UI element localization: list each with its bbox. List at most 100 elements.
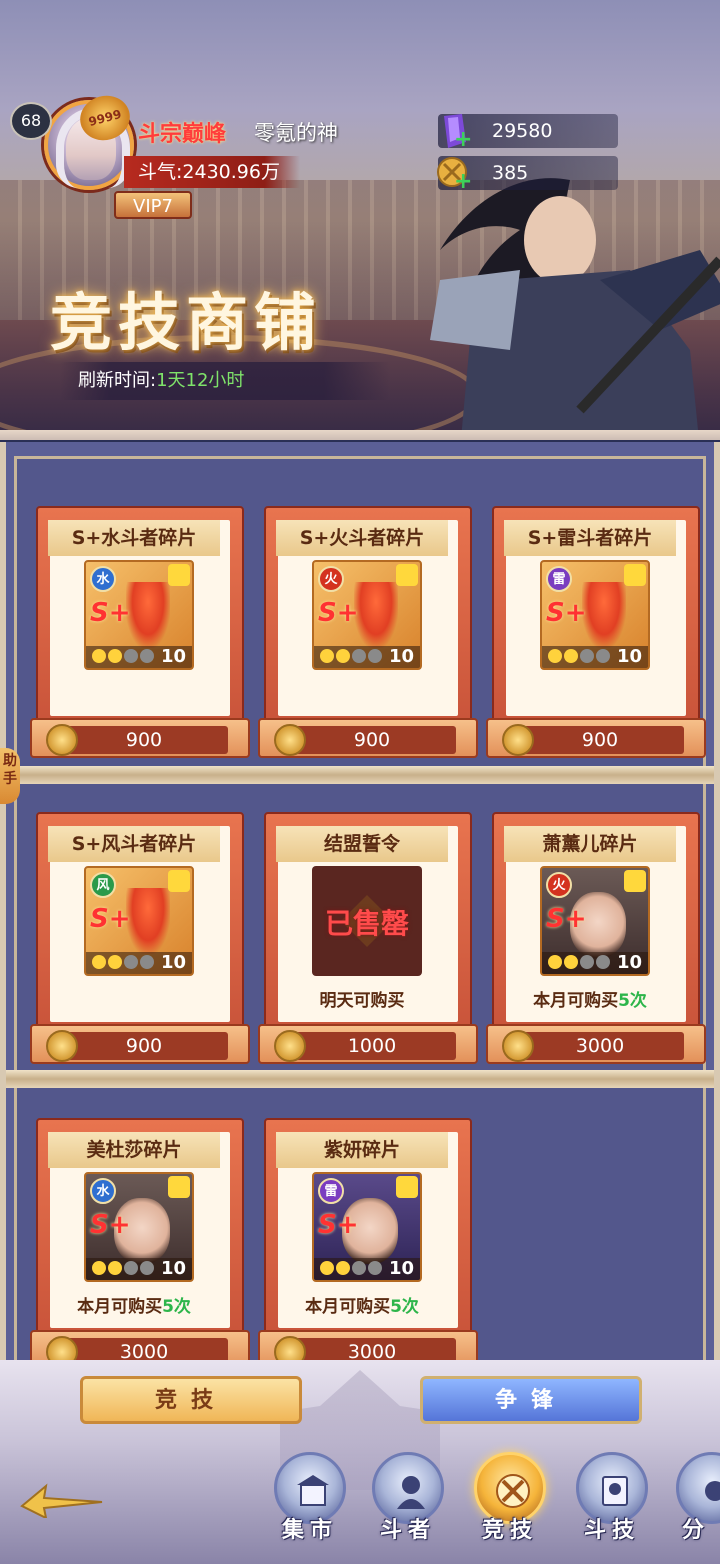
player-power: 斗气:2430.96万 (124, 156, 300, 188)
shop-item-zi-yan-fragment[interactable]: 紫妍碎片 雷 S+ 10 本月可购买5次 3000 (258, 1118, 478, 1378)
element-badge: 火 (318, 566, 344, 592)
coin-icon (502, 724, 534, 756)
nav-arena[interactable]: 竞技 (470, 1452, 550, 1564)
item-image: 火 S+ 10 (540, 866, 650, 976)
coin-icon (502, 1030, 534, 1062)
item-image: 水 S+ 10 (84, 1172, 194, 1282)
nav-fighter[interactable]: 斗者 (368, 1452, 448, 1564)
price-button[interactable]: 900 (486, 718, 706, 758)
shelf-divider-1 (6, 766, 714, 784)
element-badge: 雷 (546, 566, 572, 592)
puzzle-icon (624, 870, 646, 892)
currency-crystal[interactable]: + 29580 (438, 114, 618, 151)
purchase-limit: 明天可购买 (319, 991, 405, 1011)
puzzle-icon (396, 1176, 418, 1198)
element-badge: 水 (90, 1178, 116, 1204)
price-value: 900 (288, 726, 456, 754)
shop-item-wind-fragment[interactable]: S+风斗者碎片 风 S+ 10 900 (30, 812, 250, 1072)
item-name: S+雷斗者碎片 (504, 520, 676, 556)
nav-skill[interactable]: 斗技 (572, 1452, 652, 1564)
puzzle-icon (168, 564, 190, 586)
currency-coin[interactable]: + 385 (437, 156, 618, 193)
puzzle-icon (396, 564, 418, 586)
fighter-silhouette (126, 888, 170, 954)
fighter-icon (397, 1476, 425, 1509)
tab-arena[interactable]: 竞技 (80, 1376, 302, 1424)
skill-icon (602, 1476, 628, 1506)
power-label: 斗气: (138, 161, 183, 183)
power-value: 2430.96万 (182, 161, 280, 183)
grade-label: S+ (546, 598, 587, 628)
add-crystal-icon[interactable]: + (454, 129, 472, 151)
puzzle-icon (168, 1176, 190, 1198)
item-name: 结盟誓令 (276, 826, 448, 862)
fragment-count: 10 (616, 952, 642, 973)
crystal-amount: 29580 (492, 120, 553, 142)
price-button[interactable]: 900 (30, 718, 250, 758)
nav-market[interactable]: 集市 (270, 1452, 350, 1564)
item-name: S+火斗者碎片 (276, 520, 448, 556)
player-level-badge: 68 (10, 102, 52, 140)
grade-label: S+ (546, 904, 587, 934)
limit-prefix: 本月可购买 (533, 991, 619, 1011)
grade-label: S+ (90, 904, 131, 934)
price-value: 900 (60, 1032, 228, 1060)
shelf-divider-2 (6, 1070, 714, 1088)
vip-badge[interactable]: VIP7 (114, 191, 192, 219)
shop-item-thunder-fragment[interactable]: S+雷斗者碎片 雷 S+ 10 900 (486, 506, 706, 766)
back-arrow-icon[interactable] (16, 1478, 106, 1518)
item-name: 美杜莎碎片 (48, 1132, 220, 1168)
warrior-illustration (430, 178, 720, 440)
item-image: 水 S+ 10 (84, 560, 194, 670)
sold-out-image: 已售罄 (312, 866, 422, 976)
tab-contend[interactable]: 争锋 (420, 1376, 642, 1424)
puzzle-icon (624, 564, 646, 586)
price-button[interactable]: 900 (258, 718, 478, 758)
limit-prefix: 本月可购买 (77, 1297, 163, 1317)
shop-item-medusa-fragment[interactable]: 美杜莎碎片 水 S+ 10 本月可购买5次 3000 (30, 1118, 250, 1378)
banner-divider (0, 430, 720, 440)
item-image: 风 S+ 10 (84, 866, 194, 976)
fragment-count: 10 (160, 646, 186, 667)
item-image: 雷 S+ 10 (540, 560, 650, 670)
limit-count: 5次 (390, 1297, 419, 1317)
purchase-limit: 本月可购买5次 (504, 986, 676, 1016)
coin-icon (274, 724, 306, 756)
grade-label: S+ (318, 1210, 359, 1240)
shop-item-xiao-xuner-fragment[interactable]: 萧薰儿碎片 火 S+ 10 本月可购买5次 3000 (486, 812, 706, 1072)
item-image: 火 S+ 10 (312, 560, 422, 670)
price-button[interactable]: 1000 (258, 1024, 478, 1064)
helper-tab[interactable]: 助手 (0, 748, 20, 804)
element-badge: 雷 (318, 1178, 344, 1204)
coin-icon (46, 1030, 78, 1062)
nav-label: 斗技 (583, 1518, 640, 1543)
price-value: 900 (516, 726, 684, 754)
fighter-silhouette (354, 582, 398, 648)
item-name: S+水斗者碎片 (48, 520, 220, 556)
nav-share[interactable]: 分 (672, 1452, 720, 1564)
fragment-count: 10 (160, 952, 186, 973)
player-title: 斗宗巅峰 (138, 122, 227, 147)
fragment-count: 10 (160, 1258, 186, 1279)
element-badge: 风 (90, 872, 116, 898)
shop-item-water-fragment[interactable]: S+水斗者碎片 水 S+ 10 900 (30, 506, 250, 766)
fragment-count: 10 (388, 646, 414, 667)
nav-label: 竞技 (481, 1518, 538, 1543)
coin-amount: 385 (492, 162, 529, 184)
grade-label: S+ (90, 598, 131, 628)
share-icon (705, 1481, 720, 1501)
add-coin-icon[interactable]: + (454, 171, 472, 193)
price-button[interactable]: 900 (30, 1024, 250, 1064)
element-badge: 火 (546, 872, 572, 898)
price-value: 900 (60, 726, 228, 754)
limit-prefix: 本月可购买 (305, 1297, 391, 1317)
price-button[interactable]: 3000 (486, 1024, 706, 1064)
fighter-silhouette (126, 582, 170, 648)
refresh-timer: 刷新时间:1天12小时 (60, 362, 390, 400)
grade-label: S+ (318, 598, 359, 628)
nav-label: 斗者 (379, 1518, 436, 1543)
shop-item-alliance-token[interactable]: 结盟誓令 已售罄 明天可购买 1000 (258, 812, 478, 1072)
shop-item-fire-fragment[interactable]: S+火斗者碎片 火 S+ 10 900 (258, 506, 478, 766)
fragment-count: 10 (388, 1258, 414, 1279)
nav-label: 分 (681, 1518, 710, 1543)
